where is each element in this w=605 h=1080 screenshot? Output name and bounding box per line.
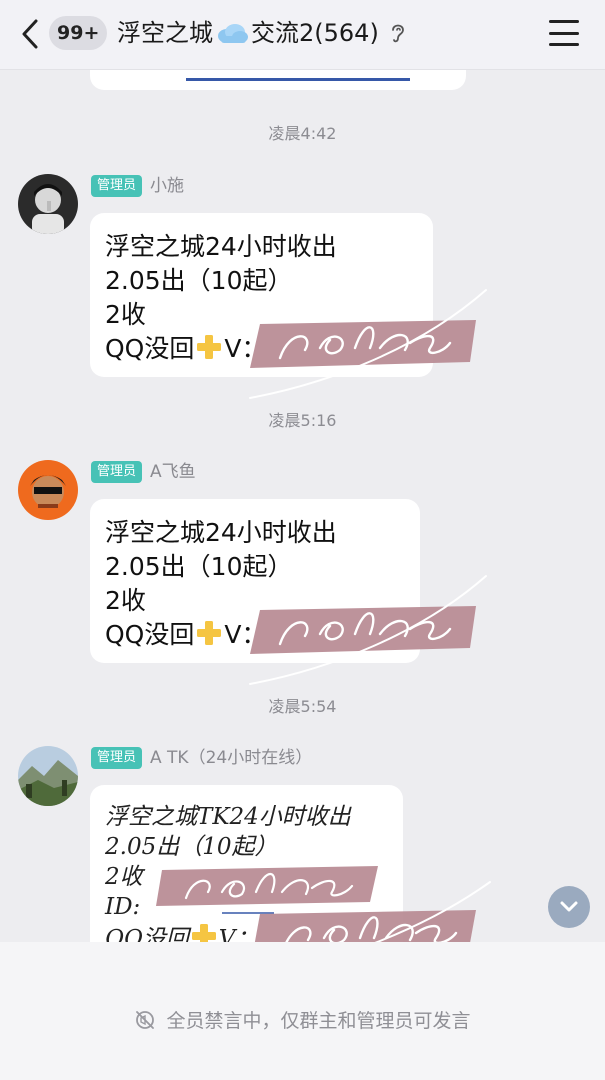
menu-icon-line <box>549 31 579 35</box>
message-line: QQ没回 V： <box>105 332 419 366</box>
message-text: QQ没回 <box>105 334 195 363</box>
muted-notice-text: 全员禁言中，仅群主和管理员可发言 <box>166 1010 471 1032</box>
plus-emoji-icon <box>191 924 216 942</box>
message-list[interactable]: 凌晨4:42 管理员 小施 浮空之城24小时收出 2.05出（10起） 2收 Q… <box>0 70 605 942</box>
timestamp: 凌晨5:16 <box>268 411 337 430</box>
avatar[interactable] <box>18 174 78 234</box>
ear-icon <box>391 24 404 43</box>
chevron-down-icon <box>560 901 578 912</box>
message-line: QQ没回 V： <box>105 922 389 942</box>
muted-notice: 全员禁言中，仅群主和管理员可发言 <box>0 1006 605 1033</box>
admin-badge: 管理员 <box>91 461 143 483</box>
link-underline <box>186 78 410 81</box>
menu-button[interactable] <box>549 20 579 46</box>
chat-title-prefix: 浮空之城 <box>117 19 213 47</box>
sender-name[interactable]: 小施 <box>150 175 184 197</box>
back-button[interactable] <box>14 16 46 52</box>
input-area-muted: 全员禁言中，仅群主和管理员可发言 <box>0 942 605 1080</box>
message-line: 2.05出（10起） <box>105 834 278 860</box>
message-line: 2.05出（10起） <box>105 552 293 581</box>
sender-name[interactable]: A飞鱼 <box>150 461 196 483</box>
message-line: 浮空之城24小时收出 <box>105 232 337 261</box>
message-text: V： <box>224 620 267 649</box>
avatar-image <box>18 460 78 520</box>
message-line: 浮空之城24小时收出 <box>105 518 337 547</box>
avatar[interactable] <box>18 746 78 806</box>
chat-header: 99+ 浮空之城 交流2(564) <box>0 0 605 70</box>
message-line: QQ没回 V： <box>105 618 406 652</box>
timestamp: 凌晨4:42 <box>268 124 337 143</box>
message-bubble[interactable]: 浮空之城TK24小时收出 2.05出（10起） 2收 ID: QQ没回 V： <box>90 785 403 942</box>
timestamp: 凌晨5:54 <box>268 697 337 716</box>
avatar[interactable] <box>18 460 78 520</box>
message-line: ID: <box>105 894 141 920</box>
back-chevron-icon <box>22 19 38 49</box>
mute-icon <box>136 1010 155 1029</box>
cloud-emoji-icon <box>218 24 248 43</box>
message-line: 2.05出（10起） <box>105 266 293 295</box>
sender-name[interactable]: A TK（24小时在线） <box>150 747 312 769</box>
message-line: 2收 <box>105 586 146 615</box>
message-text: V： <box>224 334 267 363</box>
message-line: 2收 <box>105 864 143 890</box>
unread-count-badge[interactable]: 99+ <box>49 16 108 50</box>
message-text: V： <box>218 926 259 942</box>
message-bubble[interactable]: 浮空之城24小时收出 2.05出（10起） 2收 QQ没回 V： <box>90 499 420 663</box>
message-text: QQ没回 <box>105 926 189 942</box>
menu-icon <box>549 20 579 23</box>
chat-title-suffix: 交流2(564) <box>251 19 379 47</box>
message-line: 浮空之城TK24小时收出 <box>105 804 351 830</box>
menu-icon-line <box>549 43 579 46</box>
admin-badge: 管理员 <box>91 175 143 197</box>
message-line: 2收 <box>105 300 146 329</box>
message-text: QQ没回 <box>105 620 195 649</box>
avatar-image <box>18 174 78 234</box>
admin-badge: 管理员 <box>91 747 143 769</box>
previous-message-bubble[interactable] <box>90 70 466 90</box>
scroll-to-bottom-button[interactable] <box>548 886 590 928</box>
chat-title[interactable]: 浮空之城 交流2(564) <box>117 17 407 49</box>
plus-emoji-icon <box>197 335 222 359</box>
plus-emoji-icon <box>197 621 222 645</box>
avatar-image <box>18 746 78 806</box>
message-bubble[interactable]: 浮空之城24小时收出 2.05出（10起） 2收 QQ没回 V： <box>90 213 433 377</box>
